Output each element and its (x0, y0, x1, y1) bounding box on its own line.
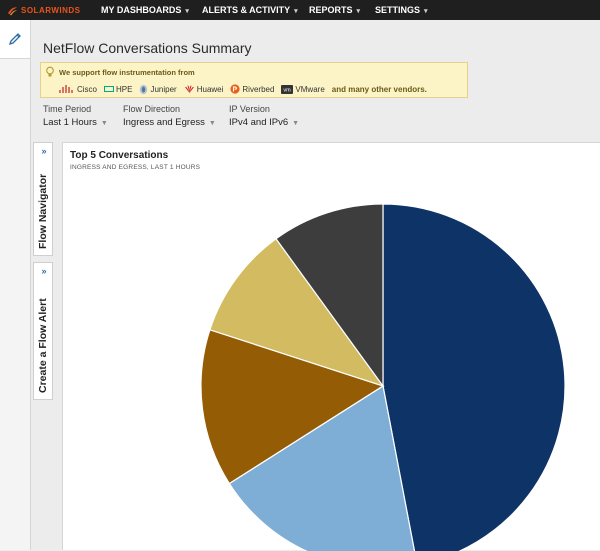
flow-direction-label: Flow Direction (123, 104, 181, 114)
nav-label: ALERTS & ACTIVITY (202, 5, 291, 15)
hpe-icon (104, 86, 115, 92)
time-period-dropdown[interactable]: Last 1 Hours ▼ (43, 117, 108, 128)
vendor-list: Cisco HPE Juniper Huawei Riverbed vm VMw… (59, 83, 427, 95)
pie-slice-1[interactable] (382, 203, 566, 551)
notice-title: We support flow instrumentation from (59, 68, 195, 77)
nav-settings[interactable]: SETTINGS ▾ (375, 5, 428, 15)
top-conversations-widget: Top 5 Conversations INGRESS AND EGRESS, … (62, 142, 600, 551)
ip-version-label: IP Version (229, 104, 270, 114)
vendor-juniper: Juniper (139, 84, 177, 95)
nav-label: SETTINGS (375, 5, 421, 15)
left-edit-strip (0, 20, 31, 550)
time-period-label: Time Period (43, 104, 92, 114)
nav-my-dashboards[interactable]: MY DASHBOARDS ▾ (101, 5, 189, 15)
juniper-icon (140, 84, 148, 94)
create-flow-alert-label: Create a Flow Alert (37, 298, 49, 393)
top-nav-bar: SOLARWINDS MY DASHBOARDS ▾ ALERTS & ACTIV… (0, 0, 600, 20)
brand-name: SOLARWINDS (21, 5, 81, 15)
vendor-riverbed: Riverbed (230, 84, 274, 94)
time-period-value: Last 1 Hours (43, 117, 97, 128)
vendor-name: Huawei (196, 84, 224, 94)
vendor-name: Riverbed (242, 84, 275, 94)
conversations-pie-chart (200, 203, 566, 551)
vendor-name: VMware (295, 84, 325, 94)
ip-version-value: IPv4 and IPv6 (229, 117, 289, 128)
chevron-down-icon: ▼ (100, 120, 108, 127)
filter-time-period: Time Period Last 1 Hours ▼ (43, 104, 108, 128)
vendor-vmware: vm VMware (281, 84, 325, 94)
nav-alerts-activity[interactable]: ALERTS & ACTIVITY ▾ (202, 5, 298, 15)
chevron-down-icon: ▾ (185, 8, 189, 15)
riverbed-icon (230, 84, 241, 94)
nav-label: REPORTS (309, 5, 353, 15)
lightbulb-icon (46, 66, 54, 77)
vendor-hpe: HPE (104, 85, 132, 94)
flow-navigator-label: Flow Navigator (37, 173, 49, 249)
flow-direction-dropdown[interactable]: Ingress and Egress ▼ (123, 117, 216, 128)
huawei-icon (184, 84, 194, 93)
flow-navigator-tab[interactable]: » Flow Navigator (33, 142, 53, 256)
solarwinds-logo[interactable]: SOLARWINDS (7, 4, 81, 16)
vendor-name: HPE (116, 84, 133, 94)
vendor-support-notice: We support flow instrumentation from Cis… (40, 62, 468, 98)
vendor-huawei: Huawei (184, 84, 224, 94)
vendor-name: Juniper (150, 84, 177, 94)
vmware-icon: vm (281, 84, 294, 94)
vendor-cisco: Cisco (59, 85, 97, 94)
chevron-down-icon: ▼ (208, 120, 216, 127)
pencil-icon (8, 33, 21, 46)
expand-chevron-icon: » (41, 146, 47, 156)
filter-ip-version: IP Version IPv4 and IPv6 ▼ (229, 104, 299, 128)
cisco-icon (59, 85, 73, 93)
chevron-down-icon: ▾ (356, 8, 361, 15)
solarwinds-logo-icon (7, 6, 18, 15)
expand-chevron-icon: » (41, 266, 47, 276)
create-flow-alert-tab[interactable]: » Create a Flow Alert (33, 262, 53, 400)
vendor-name: Cisco (77, 84, 98, 94)
ip-version-dropdown[interactable]: IPv4 and IPv6 ▼ (229, 117, 299, 128)
more-vendors-text: and many other vendors. (331, 84, 427, 94)
svg-text:vm: vm (284, 87, 292, 93)
flow-direction-value: Ingress and Egress (123, 117, 205, 128)
nav-reports[interactable]: REPORTS ▾ (309, 5, 360, 15)
edit-page-button[interactable] (0, 20, 30, 59)
filter-flow-direction: Flow Direction Ingress and Egress ▼ (123, 104, 216, 128)
chevron-down-icon: ▾ (424, 8, 428, 15)
page-title: NetFlow Conversations Summary (43, 40, 252, 56)
chevron-down-icon: ▾ (294, 8, 298, 15)
nav-label: MY DASHBOARDS (101, 5, 182, 15)
chevron-down-icon: ▼ (292, 120, 300, 127)
